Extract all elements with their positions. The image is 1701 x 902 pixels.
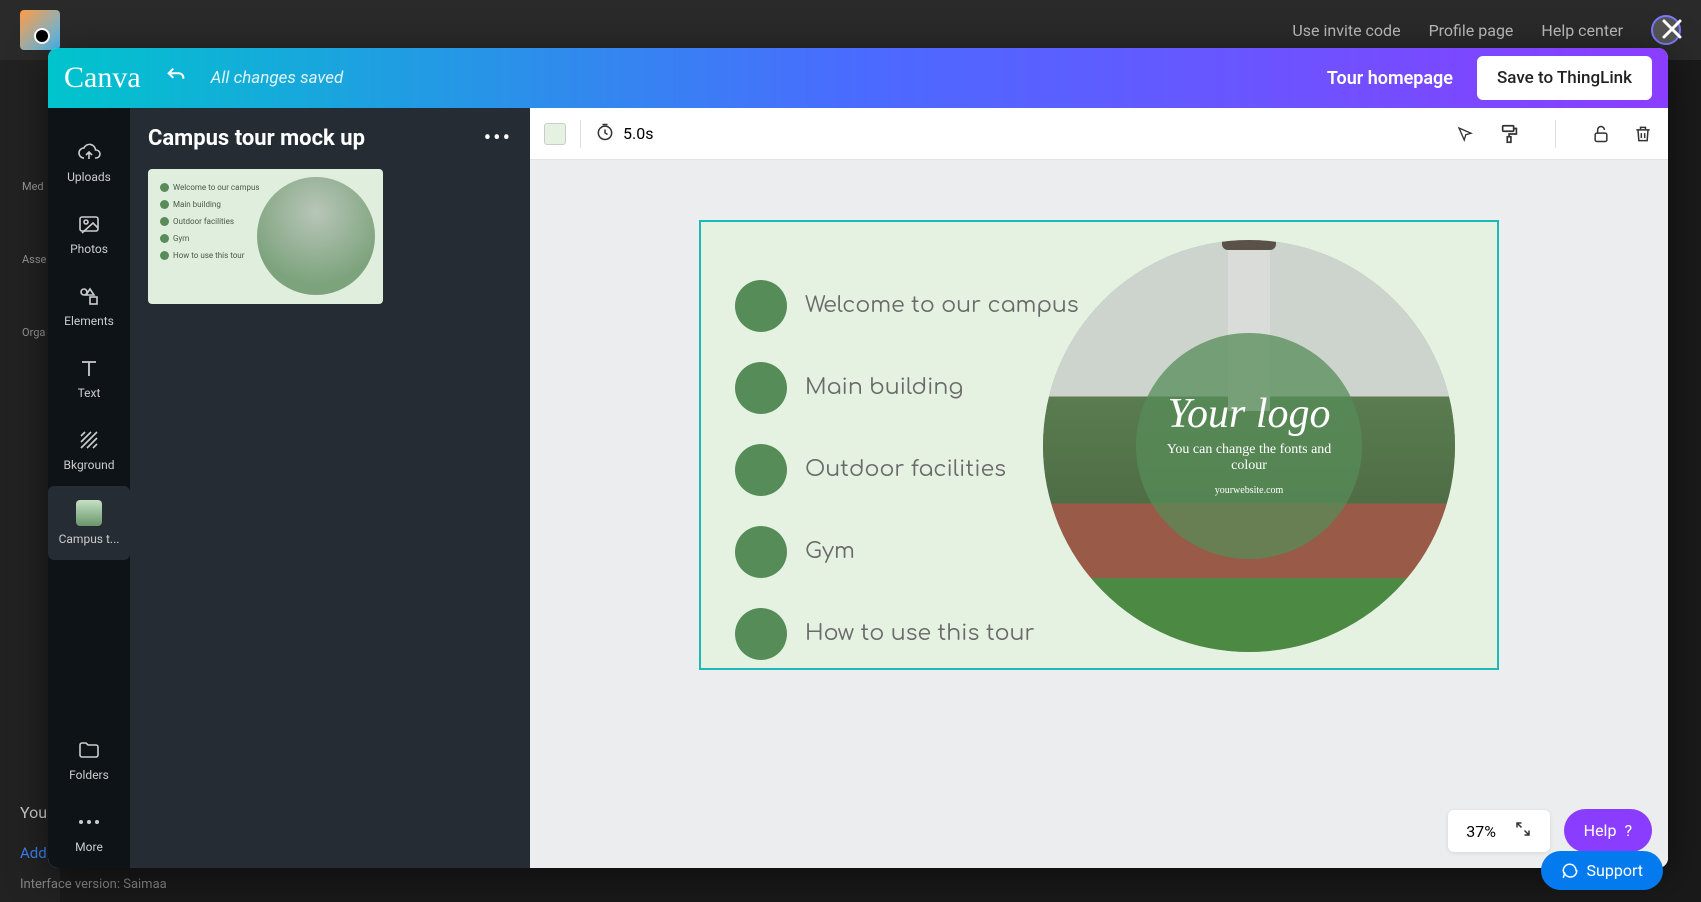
bg-version: Interface version: Saimaa [20, 877, 167, 892]
row-text: Welcome to our campus [805, 294, 1079, 318]
bullet-dot [735, 526, 787, 578]
row-text: Main building [805, 376, 963, 400]
logo-url: yourwebsite.com [1215, 485, 1284, 496]
texture-icon [77, 428, 101, 452]
timer-icon[interactable] [595, 122, 615, 146]
bg-color-swatch[interactable] [544, 123, 566, 145]
list-item[interactable]: Main building [735, 362, 1079, 414]
photo-icon [77, 212, 101, 236]
support-label: Support [1587, 861, 1643, 880]
panel-more-icon[interactable]: ••• [484, 126, 512, 151]
rail-label: Folders [69, 768, 109, 782]
canva-modal: Canva All changes saved Tour homepage Sa… [48, 48, 1668, 868]
rail-label: Uploads [67, 170, 111, 184]
undo-icon[interactable] [165, 65, 187, 91]
logo-overlay[interactable]: Your logo You can change the fonts and c… [1136, 333, 1362, 559]
close-icon[interactable] [1657, 14, 1687, 44]
question-icon: ? [1624, 821, 1632, 840]
canvas-toolbar: 5.0s [530, 108, 1668, 160]
left-icon-rail: Uploads Photos Elements Text Bkground Ca… [48, 108, 130, 868]
row-text: Gym [805, 540, 855, 564]
rail-photos[interactable]: Photos [48, 198, 130, 270]
help-label: Help [1584, 821, 1617, 840]
list-item[interactable]: Outdoor facilities [735, 444, 1079, 496]
rail-label: Text [78, 386, 101, 400]
row-text: Outdoor facilities [805, 458, 1006, 482]
panel-title: Campus tour mock up [148, 126, 365, 151]
list-item[interactable]: How to use this tour [735, 608, 1079, 660]
side-panel: Campus tour mock up ••• Welcome to our c… [130, 108, 530, 868]
rail-label: More [75, 840, 103, 854]
logo-text: Your logo [1167, 396, 1330, 434]
thinglink-logo [20, 10, 60, 50]
thumb-text: Outdoor facilities [173, 217, 234, 226]
zoom-value: 37% [1466, 822, 1496, 841]
rail-label: Campus t... [59, 532, 120, 546]
duration-value[interactable]: 5.0s [623, 124, 653, 143]
thumb-text: Welcome to our campus [173, 183, 260, 192]
bullet-dot [735, 608, 787, 660]
support-button[interactable]: Support [1541, 851, 1663, 890]
rail-text[interactable]: Text [48, 342, 130, 414]
scrollbar-vertical[interactable] [1656, 160, 1666, 850]
bullet-dot [735, 362, 787, 414]
logo-subtext: You can change the fonts and colour [1148, 442, 1350, 476]
more-icon [77, 810, 101, 834]
tour-homepage-link[interactable]: Tour homepage [1327, 68, 1453, 89]
canva-header: Canva All changes saved Tour homepage Sa… [48, 48, 1668, 108]
save-button[interactable]: Save to ThingLink [1477, 56, 1652, 100]
unlock-icon[interactable] [1590, 123, 1612, 145]
rail-more[interactable]: More [48, 796, 130, 868]
rail-uploads[interactable]: Uploads [48, 126, 130, 198]
rail-label: Photos [70, 242, 108, 256]
slide-canvas[interactable]: Welcome to our campus Main building Outd… [699, 220, 1499, 670]
slide-thumbnail[interactable]: Welcome to our campus Main building Outd… [148, 169, 383, 304]
list-item[interactable]: Gym [735, 526, 1079, 578]
rail-label: Elements [64, 314, 114, 328]
row-text: How to use this tour [805, 622, 1035, 646]
bullet-dot [735, 280, 787, 332]
rail-background[interactable]: Bkground [48, 414, 130, 486]
thumb-icon [76, 500, 102, 526]
cursor-icon[interactable] [1454, 123, 1476, 145]
thumb-text: How to use this tour [173, 251, 244, 260]
paint-roller-icon[interactable] [1499, 123, 1521, 145]
list-item[interactable]: Welcome to our campus [735, 280, 1079, 332]
cloud-upload-icon [77, 140, 101, 164]
rail-label: Bkground [64, 458, 115, 472]
thumb-text: Main building [173, 200, 221, 209]
saved-status: All changes saved [211, 68, 344, 88]
canvas-viewport[interactable]: Welcome to our campus Main building Outd… [530, 160, 1668, 868]
scrollbar-horizontal[interactable] [532, 856, 1656, 866]
help-link[interactable]: Help center [1541, 21, 1623, 40]
canva-logo[interactable]: Canva [64, 61, 141, 95]
help-button[interactable]: Help ? [1564, 809, 1652, 852]
invite-link[interactable]: Use invite code [1292, 21, 1400, 40]
zoom-control[interactable]: 37% [1448, 810, 1550, 852]
text-icon [77, 356, 101, 380]
shapes-icon [77, 284, 101, 308]
thumb-text: Gym [173, 234, 189, 243]
fullscreen-icon[interactable] [1514, 820, 1532, 842]
bullet-dot [735, 444, 787, 496]
rail-folders[interactable]: Folders [48, 724, 130, 796]
trash-icon[interactable] [1632, 123, 1654, 145]
bg-add-link[interactable]: Add [20, 844, 47, 862]
campus-image-circle[interactable]: Your logo You can change the fonts and c… [1043, 240, 1455, 652]
canvas-area: 5.0s Welcome to our campus Main building… [530, 108, 1668, 868]
rail-campus-thumb[interactable]: Campus t... [48, 486, 130, 560]
profile-link[interactable]: Profile page [1429, 21, 1514, 40]
folder-icon [77, 738, 101, 762]
rail-elements[interactable]: Elements [48, 270, 130, 342]
